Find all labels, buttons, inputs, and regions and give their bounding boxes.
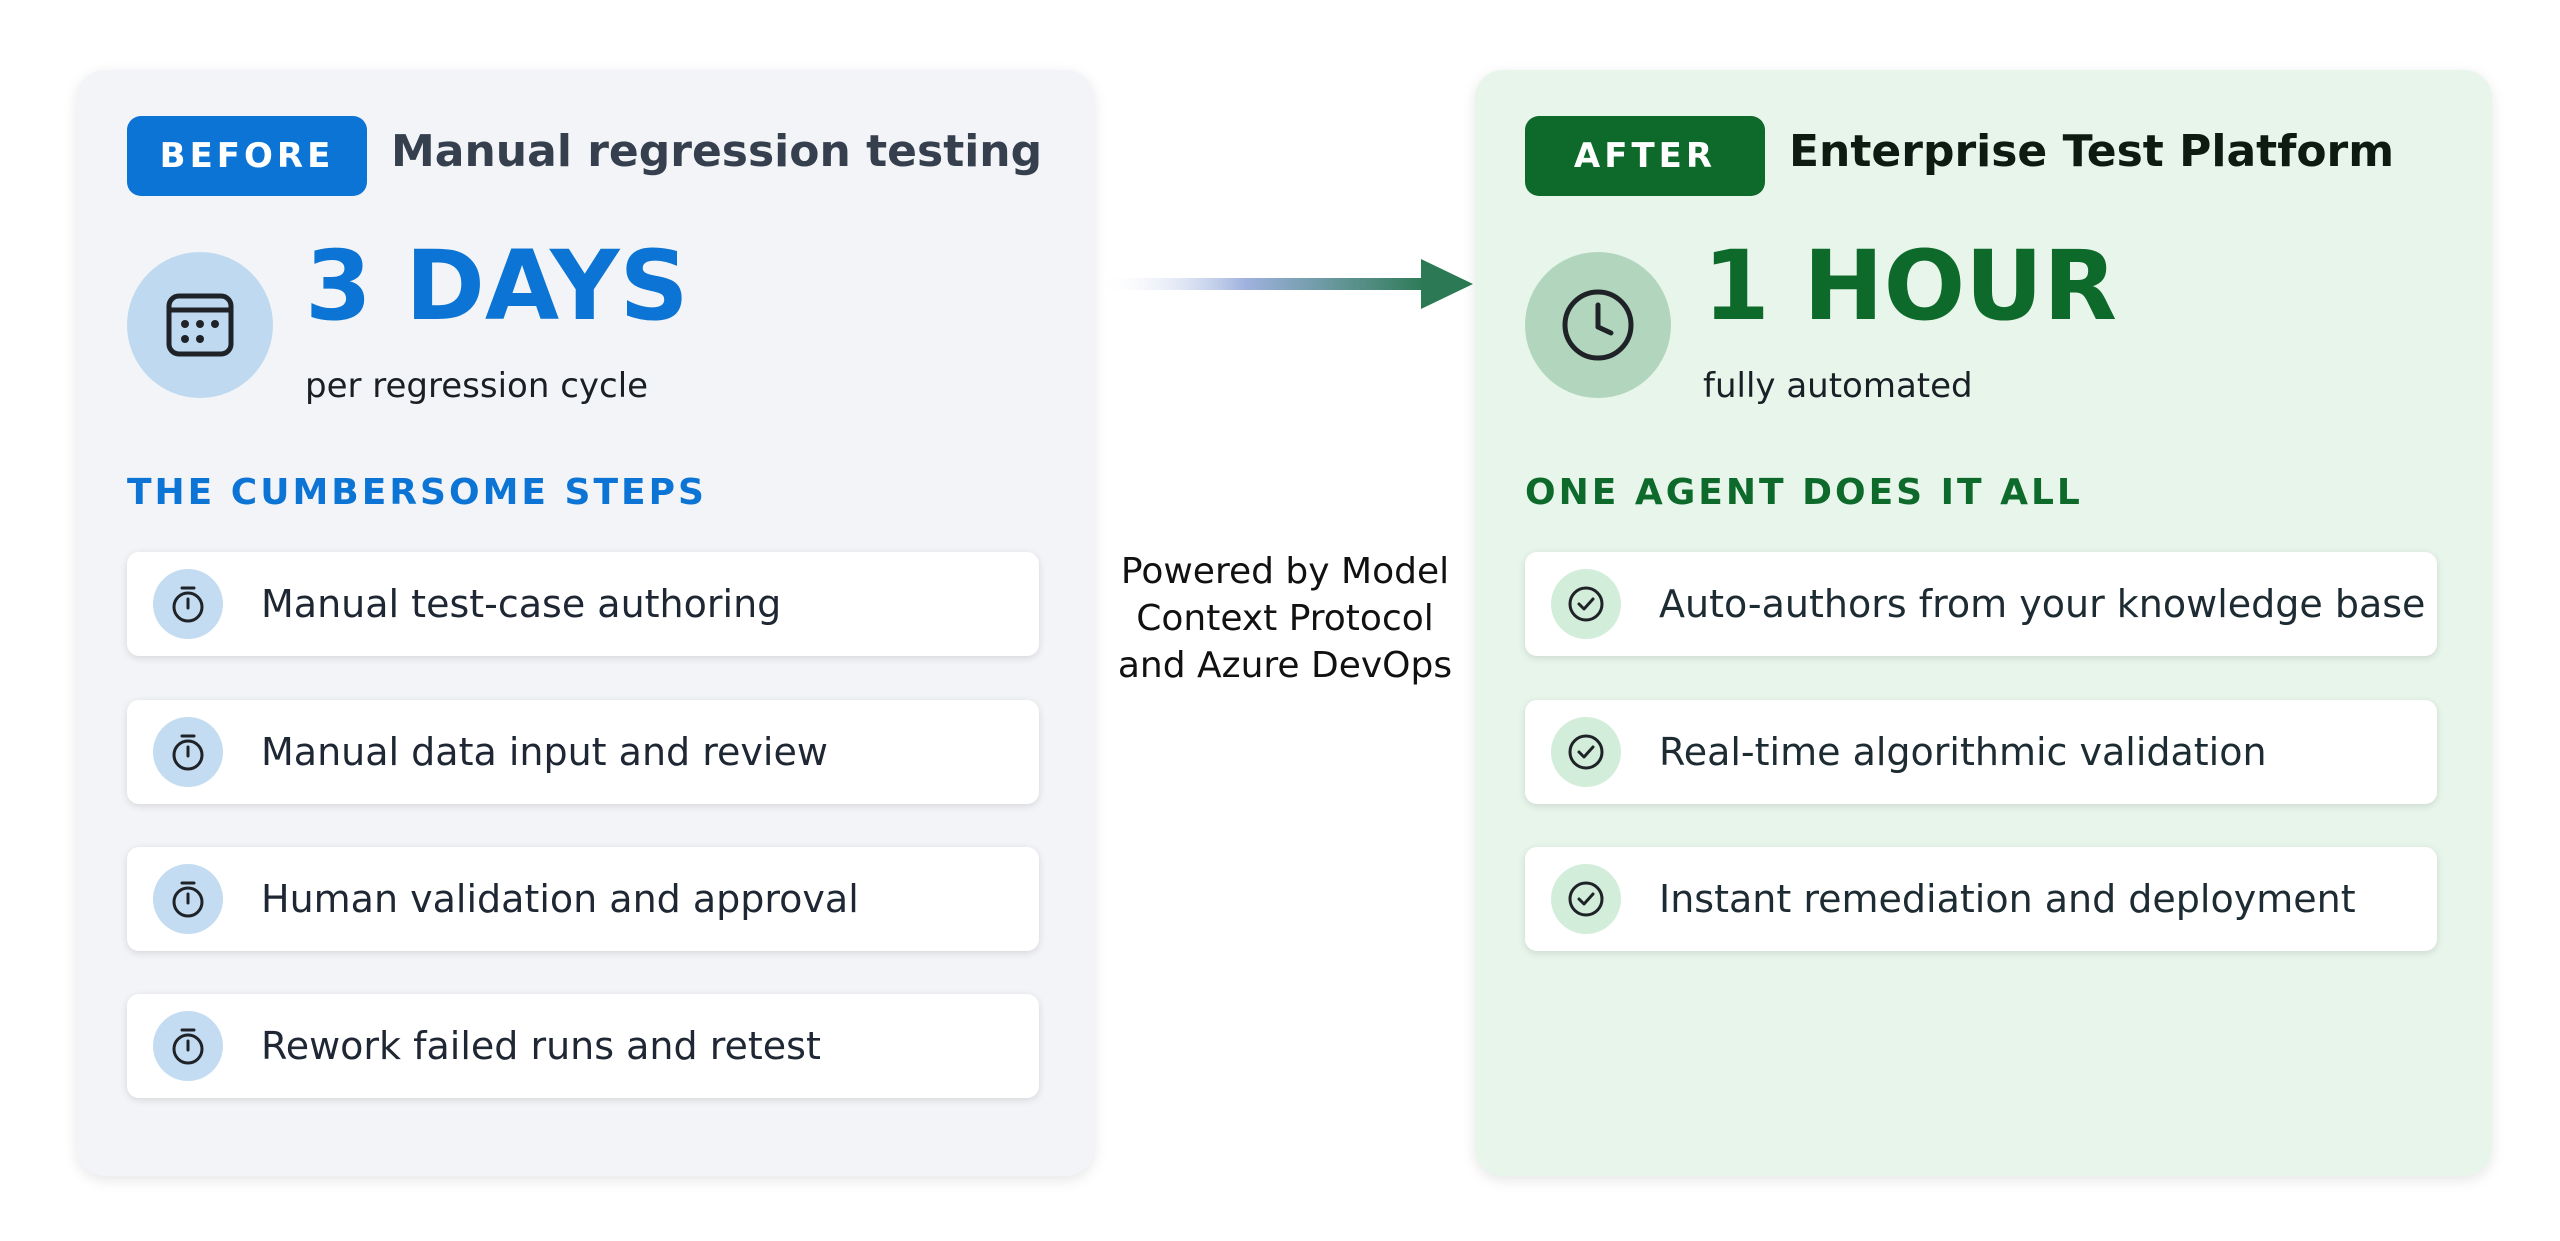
before-stat-sub: per regression cycle <box>305 366 649 406</box>
comparison-diagram: BEFORE Manual regression testing 3 DAYS … <box>0 0 2560 1241</box>
after-headline: Enterprise Test Platform <box>1789 126 2395 177</box>
check-circle-icon <box>1551 717 1621 787</box>
before-step-label: Rework failed runs and retest <box>261 1024 821 1068</box>
powered-by-line: Context Protocol <box>1136 598 1434 639</box>
before-panel: BEFORE Manual regression testing 3 DAYS … <box>77 70 1094 1176</box>
before-step: Human validation and approval <box>127 847 1039 951</box>
after-step-label: Auto-authors from your knowledge base <box>1659 582 2426 626</box>
powered-by-note: Powered by Model Context Protocol and Az… <box>1098 548 1472 689</box>
after-section-title: ONE AGENT DOES IT ALL <box>1525 472 2083 513</box>
after-step: Auto-authors from your knowledge base <box>1525 552 2437 656</box>
stopwatch-icon <box>153 864 223 934</box>
before-step: Manual test-case authoring <box>127 552 1039 656</box>
stopwatch-icon <box>153 1011 223 1081</box>
before-step-label: Human validation and approval <box>261 877 859 921</box>
check-circle-icon <box>1551 864 1621 934</box>
after-step-label: Real-time algorithmic validation <box>1659 730 2267 774</box>
after-step: Real-time algorithmic validation <box>1525 700 2437 804</box>
after-step: Instant remediation and deployment <box>1525 847 2437 951</box>
before-stat: 3 DAYS <box>305 230 689 342</box>
before-headline: Manual regression testing <box>391 126 1043 177</box>
powered-by-line: Powered by Model <box>1120 551 1450 592</box>
before-section-title: THE CUMBERSOME STEPS <box>127 472 707 513</box>
before-step: Manual data input and review <box>127 700 1039 804</box>
after-stat: 1 HOUR <box>1703 230 2118 342</box>
stopwatch-icon <box>153 569 223 639</box>
arrow-right-icon <box>1097 259 1473 309</box>
calendar-icon <box>127 252 273 398</box>
after-panel: AFTER Enterprise Test Platform 1 HOUR fu… <box>1475 70 2492 1176</box>
before-step-label: Manual data input and review <box>261 730 828 774</box>
clock-icon <box>1525 252 1671 398</box>
before-step-label: Manual test-case authoring <box>261 582 782 626</box>
before-badge: BEFORE <box>127 116 367 196</box>
stopwatch-icon <box>153 717 223 787</box>
after-step-label: Instant remediation and deployment <box>1659 877 2356 921</box>
before-step: Rework failed runs and retest <box>127 994 1039 1098</box>
after-badge: AFTER <box>1525 116 1765 196</box>
powered-by-line: and Azure DevOps <box>1117 645 1453 686</box>
check-circle-icon <box>1551 569 1621 639</box>
after-stat-sub: fully automated <box>1703 366 1973 406</box>
